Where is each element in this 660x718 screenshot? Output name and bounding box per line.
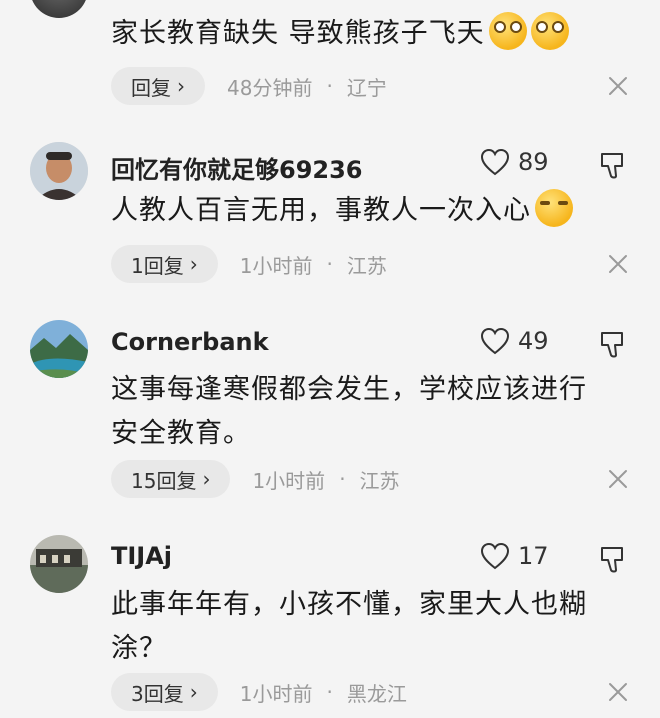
comment-time: 1小时前 [252,468,326,493]
comment-content: 人教人百言无用，事教人一次入心 [111,189,621,233]
separator-dot: · [326,252,333,276]
comment-content: 此事年年有，小孩不懂，家里大人也糊 涂？ [111,589,587,664]
comment-location: 江苏 [346,253,387,278]
heart-icon [480,327,510,355]
comment-username[interactable]: 回忆有你就足够69236 [111,150,363,185]
flushed-hand-over-mouth-emoji-icon [488,12,527,50]
reply-button[interactable]: 1回复 › [111,245,218,283]
like-count: 17 [518,542,549,570]
dislike-icon[interactable] [598,329,628,359]
close-icon[interactable] [606,680,630,704]
chevron-right-icon: › [177,74,185,98]
like-button[interactable]: 49 [480,327,549,355]
close-icon[interactable] [606,467,630,491]
chevron-right-icon: › [189,252,198,276]
chevron-right-icon: › [202,467,211,491]
avatar[interactable] [30,0,88,18]
comment-username[interactable]: Cornerbank [111,328,269,356]
heart-icon [480,148,510,176]
like-count: 49 [518,327,549,355]
comment-location: 江苏 [359,468,400,493]
chevron-right-icon: › [189,680,198,704]
comment-username[interactable]: TIJAj [111,542,172,570]
comment-location: 黑龙江 [346,681,407,706]
comment-location: 辽宁 [346,75,387,100]
comment-time: 1小时前 [239,681,313,706]
avatar[interactable] [30,142,88,200]
comment-meta: 回复 › 48分钟前 · 辽宁 [111,67,387,105]
comment-time: 1小时前 [239,253,313,278]
separator-dot: · [326,74,333,98]
reply-button[interactable]: 15回复 › [111,460,231,498]
close-icon[interactable] [606,252,630,276]
like-count: 89 [518,148,549,176]
avatar[interactable] [30,535,88,593]
like-button[interactable]: 17 [480,542,549,570]
comment-content: 这事每逢寒假都会发生，学校应该进行 安全教育。 [111,374,587,449]
comment-meta: 15回复 › 1小时前 · 江苏 [111,460,400,498]
thinking-emoji-icon [535,189,573,227]
avatar[interactable] [30,320,88,378]
comment-meta: 3回复 › 1小时前 · 黑龙江 [111,673,407,711]
like-button[interactable]: 89 [480,148,549,176]
reply-button[interactable]: 3回复 › [111,673,218,711]
heart-icon [480,542,510,570]
comment-time: 48分钟前 [227,75,313,100]
comment-content: 家长教育缺失 导致熊孩子飞天 [111,12,621,56]
close-icon[interactable] [606,74,630,98]
reply-button[interactable]: 回复 › [111,67,205,105]
flushed-hand-over-mouth-emoji-icon [530,12,569,50]
dislike-icon[interactable] [598,150,628,180]
separator-dot: · [326,680,333,704]
separator-dot: · [339,467,346,491]
dislike-icon[interactable] [598,544,628,574]
comment-meta: 1回复 › 1小时前 · 江苏 [111,245,387,283]
